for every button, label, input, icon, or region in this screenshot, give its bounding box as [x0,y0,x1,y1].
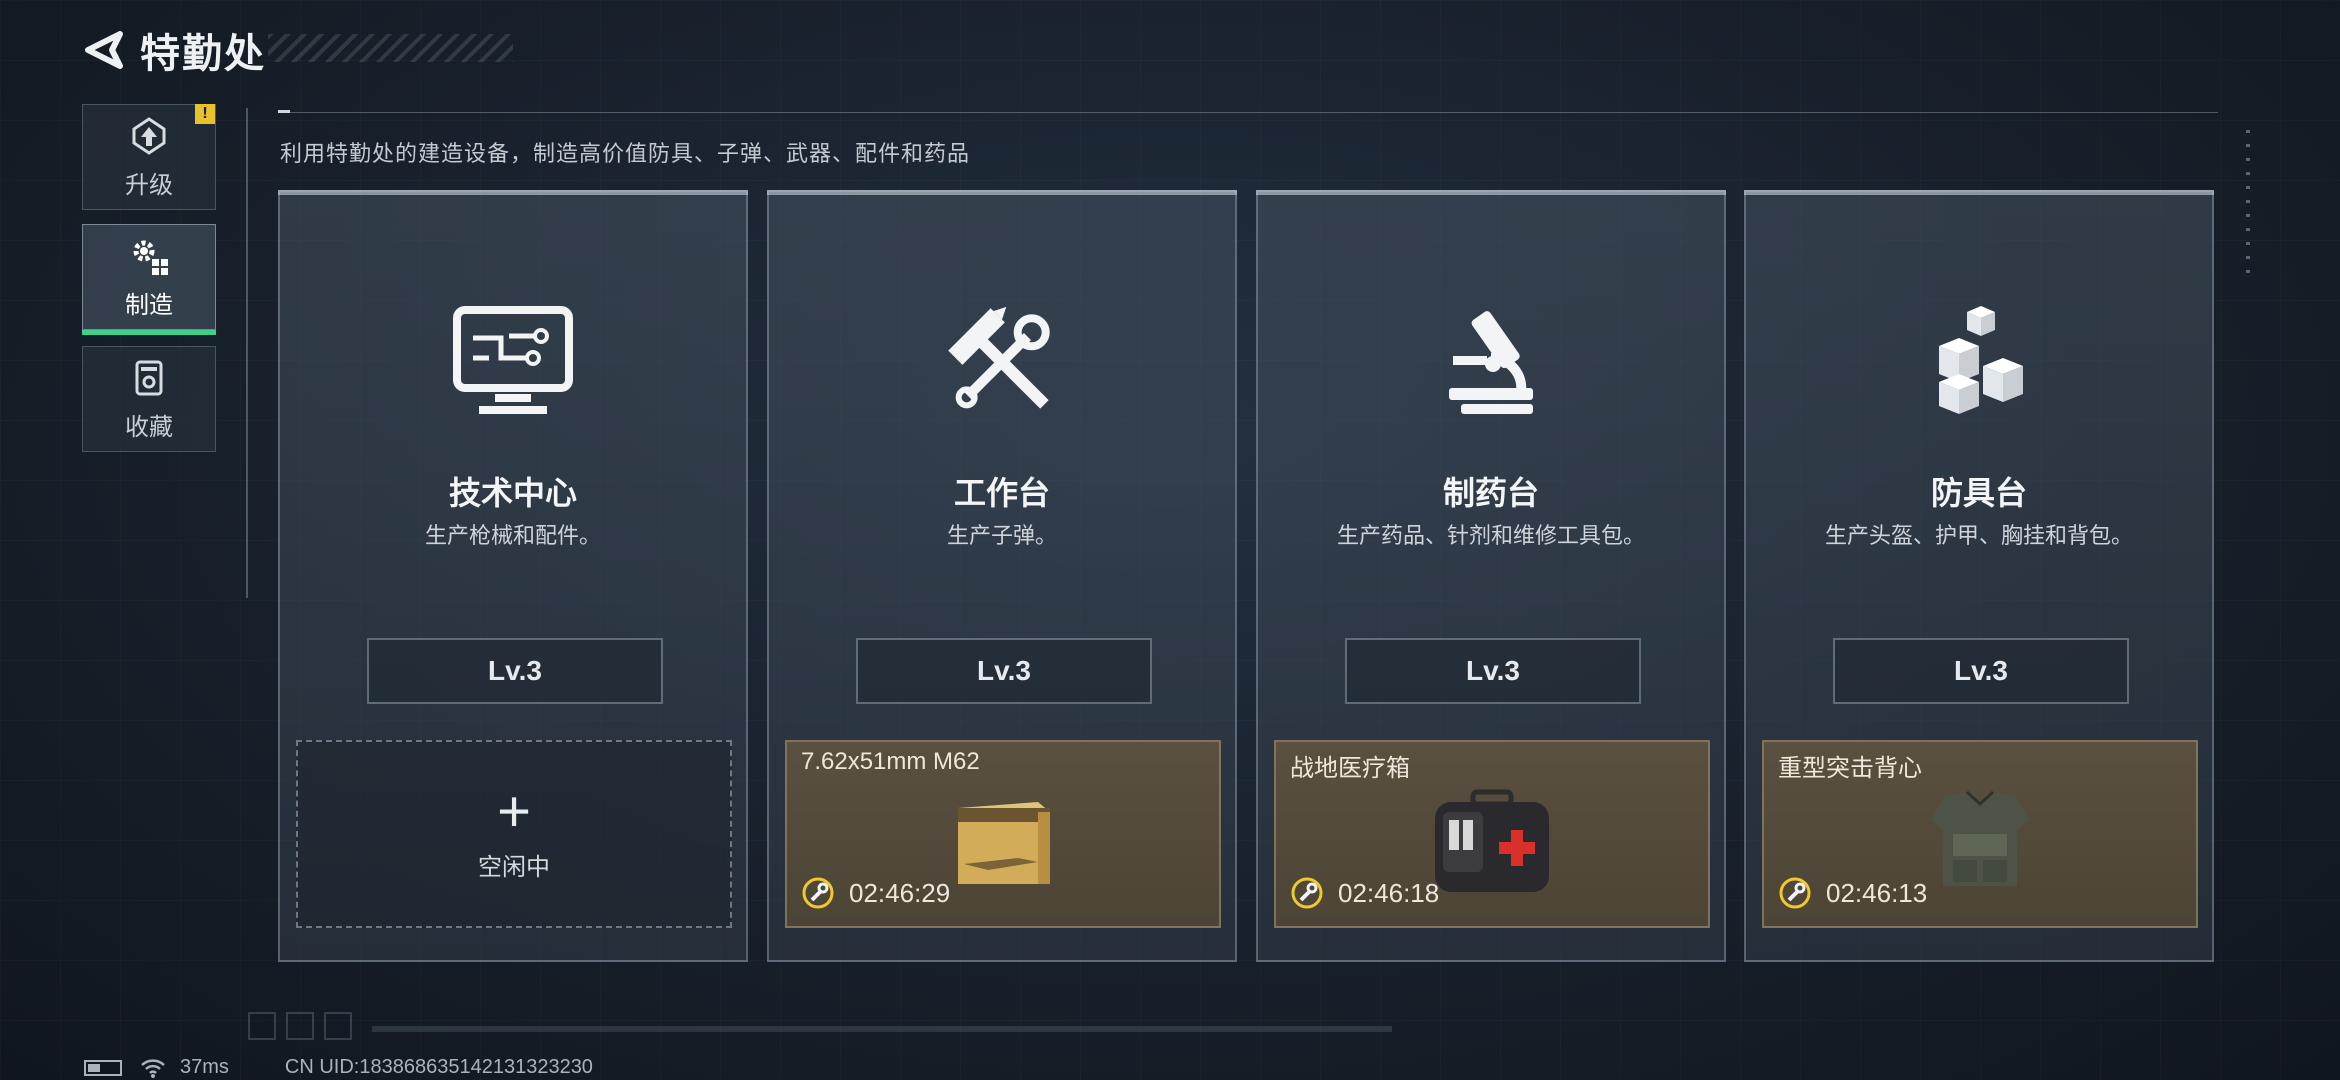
level-button[interactable]: Lv.3 [856,638,1152,704]
uid-text: CN UID:18386863514213​1323230 [284,1056,593,1078]
wifi-icon [141,1058,165,1078]
card-title: 技术中心 [448,475,577,511]
back-arrow-icon[interactable] [82,28,126,72]
sidebar-item-upgrade[interactable]: ! 升级 [82,104,216,210]
ping-text: 37ms [180,1056,229,1078]
card-description: 生产药品、针剂和维修工具包。 [1336,523,1645,548]
station-card-workbench[interactable]: 工作台 生产子弹。 Lv.3 7.62x51mm M62 02:46:29 [767,190,1237,962]
wrench-timer-icon [802,877,834,909]
gears-icon [133,240,168,275]
collection-icon [135,360,163,395]
card-title: 防具台 [1930,475,2027,511]
station-card-tech-center[interactable]: 技术中心 生产枪械和配件。 Lv.3 + 空闲中 [278,190,748,962]
monitor-circuit-icon [453,306,573,414]
bottom-decoration-bar [372,1026,1392,1032]
timer-text: 02:46:29 [849,877,951,908]
ammo-box-icon [958,802,1050,884]
level-button[interactable]: Lv.3 [1345,638,1641,704]
station-card-armor[interactable]: 防具台 生产头盔、护甲、胸挂和背包。 Lv.3 重型突击背心 02:46:13 [1744,190,2214,962]
sidebar-item-label: 收藏 [125,413,173,441]
sidebar-item-label: 制造 [125,291,173,319]
production-timer: 02:46:18 [1290,876,1439,910]
page-subtitle: 利用特勤处的建造设备，制造高价值防具、子弹、武器、配件和药品 [280,141,971,166]
vest-icon [1931,790,2029,886]
sidebar-item-collection[interactable]: 收藏 [82,346,216,452]
sidebar-item-label: 升级 [125,171,173,199]
timer-text: 02:46:18 [1338,877,1440,908]
add-icon: + [497,778,531,844]
production-timer: 02:46:13 [1778,876,1927,910]
production-slot[interactable]: 战地医疗箱 02:46:18 [1274,740,1710,928]
sidebar-divider [246,108,248,598]
page-title: 特勤处 [140,32,266,76]
item-name: 战地医疗箱 [1290,755,1410,782]
hammer-wrench-icon [948,306,1050,409]
sidebar-item-manufacture[interactable]: 制造 [82,224,216,335]
card-description: 生产子弹。 [946,523,1057,548]
bottom-decoration-squares [248,1012,352,1040]
microscope-icon [1449,311,1533,414]
level-button[interactable]: Lv.3 [367,638,663,704]
production-slot[interactable]: 7.62x51mm M62 02:46:29 [785,740,1221,928]
alert-badge: ! [195,104,215,124]
station-card-pharmacy[interactable]: 制药台 生产药品、针剂和维修工具包。 Lv.3 战地医疗箱 02:46:18 [1256,190,1726,962]
right-ticks-decoration [2246,130,2250,280]
slot-status-label: 空闲中 [478,853,550,881]
card-description: 生产枪械和配件。 [424,523,601,548]
wrench-timer-icon [1779,877,1811,909]
first-aid-kit-icon [1435,789,1549,892]
upgrade-icon [132,116,166,155]
timer-text: 02:46:13 [1826,877,1928,908]
card-title: 制药台 [1442,475,1539,511]
item-name: 重型突击背心 [1778,755,1922,782]
card-description: 生产头盔、护甲、胸挂和背包。 [1824,523,2133,548]
header: 特勤处 [82,22,266,78]
item-name: 7.62x51mm M62 [801,748,980,775]
cubes-icon [1939,306,2023,414]
production-timer: 02:46:29 [801,876,950,910]
card-title: 工作台 [953,475,1050,511]
wrench-timer-icon [1291,877,1323,909]
title-stripes-decoration [268,34,513,62]
status-footer: 37ms CN UID:18386863514213​1323230 [84,1056,593,1079]
top-divider-accent [278,110,290,113]
production-slot[interactable]: 重型突击背心 02:46:13 [1762,740,2198,928]
top-divider [278,112,2218,113]
production-slot-empty[interactable]: + 空闲中 [296,740,732,928]
battery-icon [84,1059,122,1076]
level-button[interactable]: Lv.3 [1833,638,2129,704]
